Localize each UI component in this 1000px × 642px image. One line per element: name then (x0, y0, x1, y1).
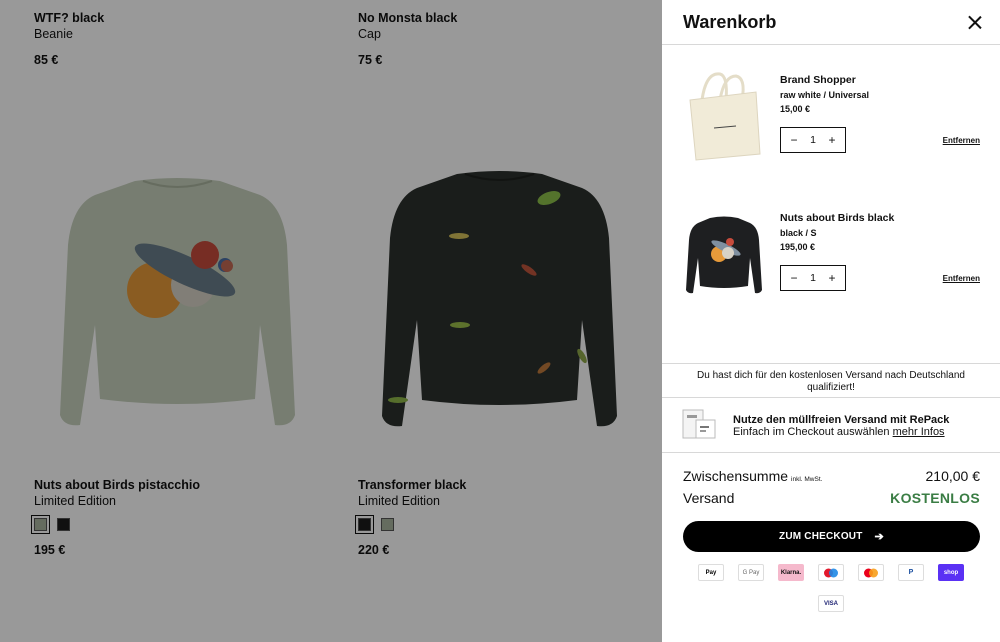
subtotal-label: Zwischensumme (683, 468, 789, 484)
cart-item-name[interactable]: Nuts about Birds black (780, 212, 894, 224)
repack-banner: Nutze den müllfreien Versand mit RePack … (662, 398, 1000, 453)
quantity-value[interactable]: 1 (810, 272, 816, 284)
google-pay-icon: G Pay (738, 564, 764, 581)
visa-icon: VISA (818, 595, 844, 612)
apple-pay-text: Pay (705, 569, 717, 576)
arrow-right-icon: ➔ (874, 531, 884, 543)
checkout-button[interactable]: ZUM CHECKOUT ➔ (683, 521, 980, 552)
cart-item: Brand Shopper raw white / Universal 15,0… (662, 70, 1000, 200)
subtotal-value: 210,00 € (925, 468, 981, 484)
mastercard-icon (858, 564, 884, 581)
google-pay-text: G Pay (742, 569, 760, 576)
repack-more-info-link[interactable]: mehr Infos (893, 426, 945, 438)
quantity-stepper: − 1 + (780, 127, 846, 153)
free-shipping-note: Du hast dich für den kostenlosen Versand… (662, 363, 1000, 398)
shipping-label: Versand (683, 490, 735, 506)
shipping-value: KOSTENLOS (890, 490, 980, 506)
increase-button[interactable]: + (827, 272, 837, 284)
repack-title: Nutze den müllfreien Versand mit RePack (733, 414, 950, 426)
repack-subtitle: Einfach im Checkout auswählen mehr Infos (733, 426, 945, 438)
remove-item-link[interactable]: Entfernen (943, 136, 980, 145)
cart-totals: Zwischensumme inkl. MwSt. 210,00 € Versan… (683, 468, 980, 512)
maestro-icon (818, 564, 844, 581)
product-thumbnail-birds-sweater[interactable] (684, 208, 764, 308)
paypal-icon: P (898, 564, 924, 581)
cart-item: Nuts about Birds black black / S 195,00 … (662, 208, 1000, 338)
cart-item-variant: black / S (780, 228, 817, 238)
repack-subtitle-text: Einfach im Checkout auswählen (733, 426, 890, 438)
tax-note: inkl. MwSt. (791, 476, 823, 483)
remove-item-link[interactable]: Entfernen (943, 274, 980, 283)
decrease-button[interactable]: − (789, 272, 799, 284)
checkout-label: ZUM CHECKOUT (779, 531, 863, 542)
cart-header: Warenkorb (662, 0, 1000, 45)
quantity-stepper: − 1 + (780, 265, 846, 291)
shop-pay-icon: shop (938, 564, 964, 581)
cart-item-price: 195,00 € (780, 242, 816, 252)
mastercard-circles (864, 568, 878, 577)
subtotal-row: Zwischensumme inkl. MwSt. 210,00 € (683, 468, 980, 490)
visa-text: VISA (823, 600, 838, 607)
shipping-row: Versand KOSTENLOS (683, 490, 980, 512)
klarna-icon: Klarna. (778, 564, 804, 581)
product-thumbnail-brand-shopper[interactable] (684, 70, 764, 170)
paypal-text: P (908, 569, 914, 576)
cart-title: Warenkorb (683, 12, 777, 32)
cart-item-price: 15,00 € (780, 104, 811, 114)
klarna-text: Klarna. (780, 569, 802, 576)
shop-pay-text: shop (943, 569, 959, 576)
cart-drawer: Warenkorb Brand Shopper raw white / Univ… (662, 0, 1000, 642)
cart-item-variant: raw white / Universal (780, 90, 870, 100)
quantity-value[interactable]: 1 (810, 134, 816, 146)
maestro-circles (824, 568, 838, 577)
close-icon[interactable] (968, 15, 982, 29)
decrease-button[interactable]: − (789, 134, 799, 146)
cart-item-name[interactable]: Brand Shopper (780, 74, 856, 86)
repack-package-icon (682, 409, 716, 439)
apple-pay-icon: Pay (698, 564, 724, 581)
increase-button[interactable]: + (827, 134, 837, 146)
